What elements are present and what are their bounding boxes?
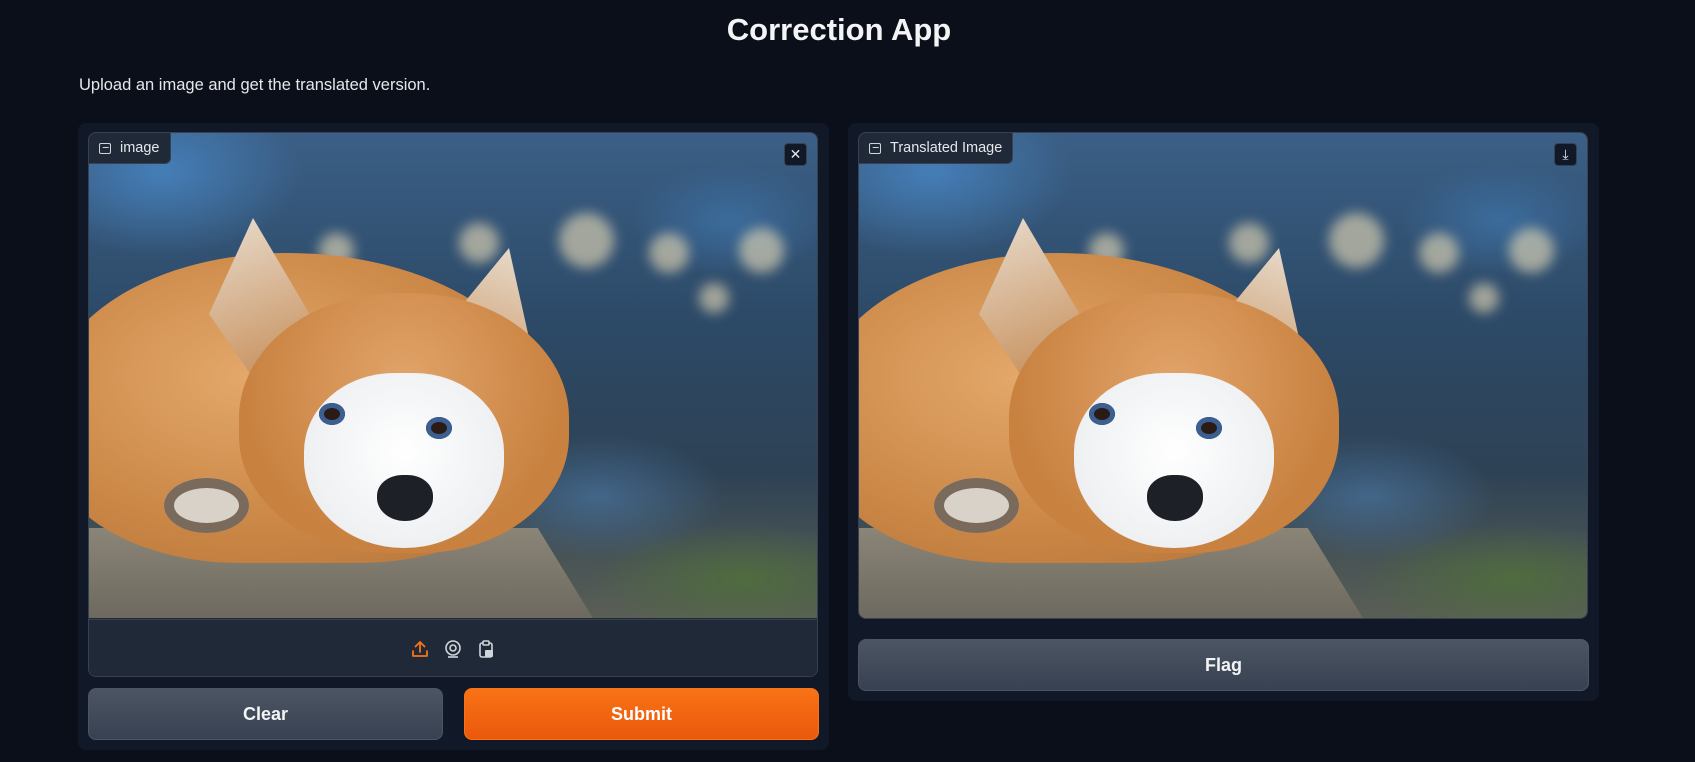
output-image-label: Translated Image — [859, 133, 1014, 164]
image-icon — [869, 142, 881, 154]
close-icon[interactable]: ✕ — [784, 143, 807, 166]
output-image-block: Translated Image ⤓ — [858, 132, 1588, 619]
input-image-preview — [89, 133, 817, 618]
image-source-bar — [89, 619, 817, 676]
webcam-icon[interactable] — [443, 639, 463, 659]
output-panel: Translated Image ⤓ Flag — [848, 123, 1599, 701]
clipboard-icon[interactable] — [476, 639, 496, 659]
submit-button[interactable]: Submit — [464, 688, 819, 740]
page-title: Correction App — [726, 12, 952, 47]
clear-button[interactable]: Clear — [88, 688, 443, 740]
input-image-label-text: image — [120, 140, 160, 156]
output-image-preview — [859, 133, 1587, 618]
download-icon[interactable]: ⤓ — [1554, 143, 1577, 166]
input-panel: image ✕ Clear Submit — [78, 123, 829, 750]
flag-button[interactable]: Flag — [858, 639, 1589, 691]
page-description: Upload an image and get the translated v… — [79, 76, 431, 94]
image-icon — [99, 142, 111, 154]
output-image-label-text: Translated Image — [890, 140, 1003, 156]
input-image-block[interactable]: image ✕ — [88, 132, 818, 677]
input-image-label: image — [89, 133, 171, 164]
upload-icon[interactable] — [410, 639, 430, 659]
